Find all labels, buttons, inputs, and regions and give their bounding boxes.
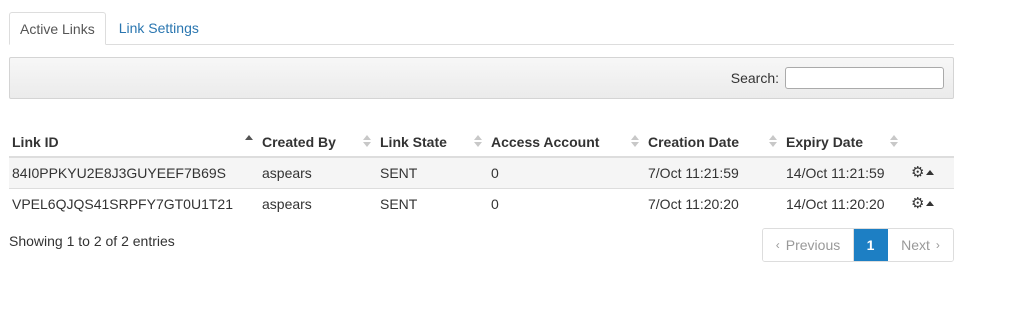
- cell-access-account: 0: [488, 157, 645, 188]
- entries-info: Showing 1 to 2 of 2 entries: [9, 233, 175, 249]
- column-header-label: Creation Date: [648, 133, 740, 150]
- next-label: Next: [901, 237, 930, 253]
- column-header-label: Access Account: [491, 133, 600, 150]
- cell-created-by: aspears: [259, 157, 377, 188]
- sort-icon: [631, 135, 639, 149]
- row-actions-menu[interactable]: ⚙: [907, 196, 954, 211]
- cell-link-id: VPEL6QJQS41SRPFY7GT0U1T21: [9, 187, 259, 219]
- cell-link-state: SENT: [377, 187, 488, 219]
- gear-icon[interactable]: ⚙: [911, 196, 924, 211]
- column-header-label: Created By: [262, 133, 336, 150]
- cell-actions: ⚙: [904, 157, 954, 188]
- cell-created-by: aspears: [259, 187, 377, 219]
- caret-up-icon[interactable]: [926, 170, 935, 176]
- chevron-left-icon: ‹: [775, 238, 780, 252]
- tab-bar: Active Links Link Settings: [9, 12, 954, 45]
- page-1-button[interactable]: 1: [854, 229, 888, 261]
- tab-link-settings[interactable]: Link Settings: [109, 12, 209, 44]
- cell-expiry-date: 14/Oct 11:20:20: [783, 187, 904, 219]
- pagination: ‹ Previous 1 Next ›: [762, 228, 954, 262]
- cell-access-account: 0: [488, 187, 645, 219]
- gear-icon[interactable]: ⚙: [911, 165, 924, 180]
- previous-label: Previous: [785, 237, 841, 253]
- next-page-button[interactable]: Next ›: [888, 229, 953, 261]
- table-toolbar: Search:: [9, 57, 954, 99]
- sort-icon: [363, 135, 371, 149]
- cell-creation-date: 7/Oct 11:20:20: [645, 187, 783, 219]
- previous-page-button[interactable]: ‹ Previous: [763, 229, 854, 261]
- column-header-link-id[interactable]: Link ID: [9, 127, 259, 158]
- links-panel: Active Links Link Settings Search: Link …: [9, 12, 954, 262]
- links-table: Link ID Created By Link State Access Acc…: [9, 127, 954, 219]
- column-header-created-by[interactable]: Created By: [259, 127, 377, 158]
- search-label: Search:: [730, 70, 779, 86]
- table-row: VPEL6QJQS41SRPFY7GT0U1T21 aspears SENT 0…: [9, 187, 954, 219]
- sort-icon: [890, 135, 898, 149]
- column-header-actions: [904, 127, 954, 158]
- column-header-label: Link State: [380, 133, 447, 150]
- sort-icon: [769, 135, 777, 149]
- search-input[interactable]: [785, 67, 944, 89]
- column-header-link-state[interactable]: Link State: [377, 127, 488, 158]
- column-header-expiry-date[interactable]: Expiry Date: [783, 127, 904, 158]
- cell-link-state: SENT: [377, 157, 488, 188]
- cell-actions: ⚙: [904, 187, 954, 219]
- tab-active-links[interactable]: Active Links: [9, 12, 106, 45]
- table-footer: Showing 1 to 2 of 2 entries ‹ Previous 1…: [9, 228, 954, 262]
- column-header-creation-date[interactable]: Creation Date: [645, 127, 783, 158]
- cell-creation-date: 7/Oct 11:21:59: [645, 157, 783, 188]
- table-header-row: Link ID Created By Link State Access Acc…: [9, 127, 954, 158]
- sort-icon: [474, 135, 482, 149]
- column-header-access-account[interactable]: Access Account: [488, 127, 645, 158]
- sort-ascending-icon: [245, 135, 253, 149]
- table-row: 84I0PPKYU2E8J3GUYEEF7B69S aspears SENT 0…: [9, 157, 954, 188]
- cell-expiry-date: 14/Oct 11:21:59: [783, 157, 904, 188]
- row-actions-menu[interactable]: ⚙: [907, 165, 954, 180]
- column-header-label: Link ID: [12, 133, 59, 150]
- cell-link-id: 84I0PPKYU2E8J3GUYEEF7B69S: [9, 157, 259, 188]
- column-header-label: Expiry Date: [786, 133, 864, 150]
- chevron-right-icon: ›: [935, 238, 940, 252]
- caret-up-icon[interactable]: [926, 201, 935, 207]
